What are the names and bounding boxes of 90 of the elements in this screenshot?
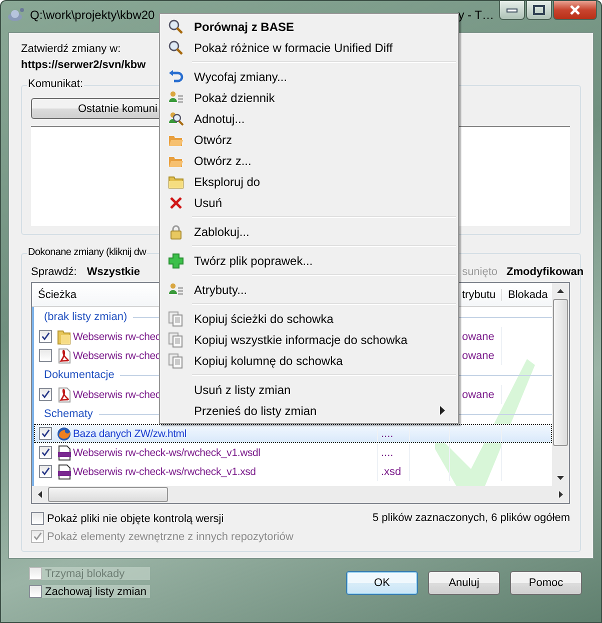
- pdf-document-icon: [56, 348, 72, 364]
- app-icon: [7, 7, 25, 23]
- document-icon: [56, 464, 72, 480]
- menu-item[interactable]: Kopiuj ścieżki do schowka: [162, 308, 456, 329]
- menu-item[interactable]: Otwórz: [162, 129, 456, 150]
- dialog-button[interactable]: OK: [346, 570, 418, 594]
- menu-item[interactable]: Eksploruj do: [162, 171, 456, 192]
- documents-icon: [168, 310, 184, 326]
- group-header: Dokumentacje: [44, 369, 114, 381]
- table-cell: ....: [381, 446, 394, 458]
- checkbox-label: Zachowaj listy zmian: [45, 586, 146, 598]
- checkbox[interactable]: [29, 585, 42, 598]
- menu-item[interactable]: Zablokuj...: [162, 221, 456, 242]
- minimize-icon: [506, 7, 518, 13]
- close-icon: [569, 5, 581, 15]
- undo-arrow-icon: [168, 68, 184, 84]
- menu-item[interactable]: Porównaj z BASE: [162, 16, 456, 37]
- horizontal-scrollbar[interactable]: [32, 486, 569, 503]
- group-header: Schematy: [44, 408, 93, 420]
- table-cell: owane: [462, 388, 494, 400]
- person-list-icon: [168, 90, 184, 106]
- menu-item[interactable]: Usuń: [162, 192, 456, 213]
- file-row[interactable]: Baza danych ZW/zw.html ....: [34, 424, 552, 443]
- magnifier-icon: [168, 40, 184, 56]
- dialog-button[interactable]: Anuluj: [428, 570, 500, 594]
- lock-icon: [168, 224, 184, 240]
- file-path: Webserwis rw-chec: [73, 330, 160, 342]
- table-cell: .xsd: [381, 466, 402, 478]
- window-title: Q:\work\projekty\kbw20: [30, 8, 155, 22]
- repository-url: https://serwer2/svn/kbw: [21, 59, 146, 71]
- submenu-arrow-icon: [440, 406, 446, 415]
- label: Zatwierdź zmiany w:: [21, 43, 121, 55]
- file-row[interactable]: Webserwis rw-check-ws/rwcheck_v1.wsdl ....: [34, 443, 552, 462]
- file-path: Webserwis rw-check-ws/rwcheck_v1.wsdl: [73, 446, 260, 458]
- dialog-button[interactable]: Pomoc: [510, 570, 582, 594]
- checkbox[interactable]: [39, 465, 52, 478]
- person-magnifier-icon: [168, 110, 184, 126]
- file-path: Baza danych ZW/zw.html: [73, 428, 186, 440]
- checkbox[interactable]: [39, 330, 52, 343]
- menu-item[interactable]: Kopiuj kolumnę do schowka: [162, 350, 456, 371]
- checkbox[interactable]: [39, 427, 52, 440]
- group-header: (brak listy zmian): [44, 311, 128, 323]
- checkbox[interactable]: [31, 512, 44, 525]
- scroll-down-icon[interactable]: [557, 476, 564, 480]
- documents-icon: [168, 332, 184, 348]
- file-path: Webserwis rw-chec: [73, 350, 160, 362]
- vertical-scrollbar[interactable]: [552, 283, 569, 486]
- pdf-document-icon: [56, 386, 72, 402]
- close-icon: [168, 194, 184, 210]
- menu-item[interactable]: Kopiuj wszystkie informacje do schowka: [162, 329, 456, 350]
- checkbox-label: Trzymaj blokady: [45, 568, 125, 580]
- file-row[interactable]: Webserwis rw-check-ws/rwcheck_v1.xsd .xsd: [34, 462, 552, 481]
- person-list-icon: [168, 282, 184, 298]
- magnifier-icon: [168, 18, 184, 34]
- scroll-up-icon[interactable]: [557, 289, 564, 293]
- filter-link[interactable]: Zmodyfikowan: [506, 266, 584, 278]
- checkbox[interactable]: [39, 446, 52, 459]
- folder-icon: [168, 174, 184, 190]
- menu-item[interactable]: Wycofaj zmiany...: [162, 66, 456, 87]
- menu-item[interactable]: Przenieś do listy zmian: [162, 400, 456, 421]
- maximize-icon: [533, 5, 545, 15]
- file-path: Webserwis rw-chec: [73, 388, 160, 400]
- scroll-left-icon[interactable]: [38, 491, 42, 498]
- document-icon: [56, 444, 72, 460]
- minimize-button[interactable]: [499, 1, 525, 20]
- globe-icon: [56, 426, 72, 442]
- folder-icon: [56, 328, 72, 344]
- table-cell: owane: [462, 350, 494, 362]
- menu-item[interactable]: Twórz plik poprawek...: [162, 250, 456, 271]
- checkbox[interactable]: [39, 388, 52, 401]
- file-path: Webserwis rw-check-ws/rwcheck_v1.xsd: [73, 466, 256, 478]
- checkbox-label: Pokaż pliki nie objęte kontrolą wersji: [47, 512, 224, 524]
- table-cell: ....: [381, 428, 394, 440]
- table-cell: owane: [462, 330, 494, 342]
- menu-item[interactable]: Otwórz z...: [162, 150, 456, 171]
- documents-icon: [168, 352, 184, 368]
- checkbox[interactable]: [39, 349, 52, 362]
- filter-link[interactable]: Wszystkie: [86, 266, 140, 278]
- menu-item[interactable]: Pokaż różnice w formacie Unified Diff: [162, 37, 456, 58]
- puzzle-icon: [168, 252, 184, 268]
- close-button[interactable]: [553, 1, 597, 20]
- column-header[interactable]: Blokada: [501, 288, 550, 300]
- scroll-right-icon[interactable]: [559, 491, 563, 498]
- checkbox-label: Pokaż elementy zewnętrzne z innych repozytoriów: [47, 530, 294, 542]
- label: Sprawdź:: [31, 266, 77, 278]
- group-label: Dokonane zmiany (kliknij dw: [27, 247, 148, 258]
- group-label: Komunikat:: [27, 78, 84, 90]
- menu-item[interactable]: Usuń z listy zmian: [162, 379, 456, 400]
- maximize-button[interactable]: [526, 1, 552, 20]
- selection-summary: 5 plików zaznaczonych, 6 plików ogółem: [372, 512, 570, 524]
